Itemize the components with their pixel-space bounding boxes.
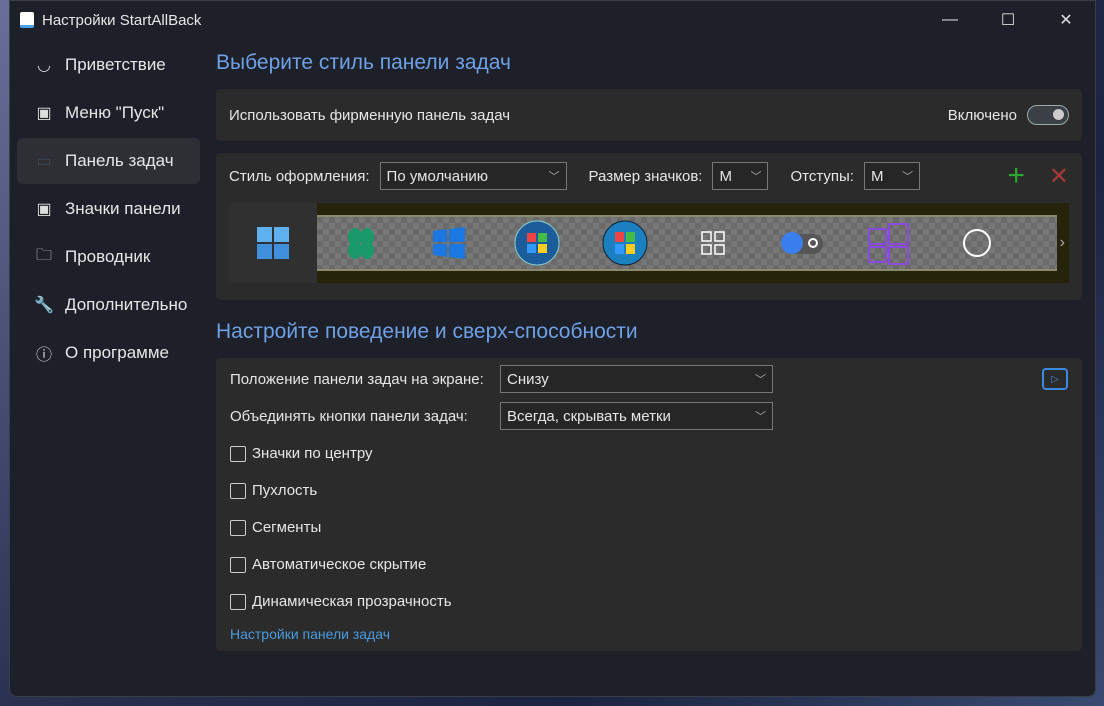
chevron-down-icon: ﹀ [548,171,560,183]
checkbox-label: Значки по центру [252,445,373,462]
behavior-card: Положение панели задач на экране: Снизу ﹀… [216,358,1082,651]
vista-orb-icon[interactable] [581,203,669,283]
section-title-style: Выберите стиль панели задач [216,51,511,74]
use-branded-label: Использовать фирменную панель задач [229,106,511,124]
maximize-button[interactable]: ☐ [979,1,1037,39]
settings-window: Настройки StartAllBack — ☐ ✕ ◡ Приветстви… [9,0,1096,697]
checkbox-chubby[interactable]: Пухлость [230,472,1068,509]
clover-icon[interactable] [317,203,405,283]
sidebar-item-advanced[interactable]: 🔧 Дополнительно [17,282,200,328]
checkbox-label: Сегменты [252,519,322,536]
icon-size-value: M [719,167,732,185]
scroll-right-icon[interactable]: › [1060,234,1065,252]
purple-windows-icon[interactable] [845,203,933,283]
sidebar-item-label: Проводник [65,247,151,266]
sidebar-item-label: Меню "Пуск" [65,103,165,122]
padding-value: M [870,167,884,185]
sidebar: ◡ Приветствие ▣ Меню "Пуск" ▭ Панель задач … [17,42,200,378]
combine-select[interactable]: Всегда, скрывать метки ﹀ [500,402,773,430]
taskbar-settings-link[interactable]: Настройки панели задач [230,626,390,642]
sidebar-item-start-menu[interactable]: ▣ Меню "Пуск" [17,90,200,136]
win11-logo-icon[interactable] [229,203,317,283]
branded-taskbar-toggle[interactable] [1027,105,1069,125]
checkbox[interactable] [230,519,246,536]
chevron-down-icon: ﹀ [755,374,766,386]
toggle-state-label: Включено [947,106,1017,124]
icon-size-select[interactable]: M ﹀ [712,162,769,190]
checkbox-label: Динамическая прозрачность [252,593,452,610]
padding-select[interactable]: M ﹀ [863,162,920,190]
video-play-icon[interactable]: ▷ [1042,368,1068,390]
style-select[interactable]: По умолчанию ﹀ [379,162,567,190]
sidebar-item-label: О программе [65,343,170,362]
sidebar-item-explorer[interactable]: 🗀 Проводник [17,234,200,280]
smile-icon: ◡ [37,57,51,74]
toggle-style-icon[interactable] [757,203,845,283]
checkbox-label: Автоматическое скрытие [252,556,427,573]
close-button[interactable]: ✕ [1037,1,1095,39]
position-select[interactable]: Снизу ﹀ [500,365,773,393]
sidebar-item-label: Приветствие [65,55,166,74]
icon-size-label: Размер значков: [588,167,703,185]
checkbox-autohide[interactable]: Автоматическое скрытие [230,546,1068,583]
grid-outline-icon[interactable] [669,203,757,283]
tray-icon: ▣ [36,201,52,218]
win7-orb-icon[interactable] [493,203,581,283]
circle-icon[interactable] [933,203,1021,283]
section-title-behavior: Настройте поведение и сверх-способности [216,320,638,343]
minimize-button[interactable]: — [921,1,979,39]
info-icon: ⓘ [35,347,52,364]
add-icon[interactable]: + [1007,159,1025,193]
branded-taskbar-card: Использовать фирменную панель задач Вклю… [216,89,1082,141]
app-icon [20,12,34,28]
combine-label: Объединять кнопки панели задач: [230,407,468,425]
checkbox-center-icons[interactable]: Значки по центру [230,435,1068,472]
start-button-gallery[interactable]: › [229,203,1069,283]
checkbox[interactable] [230,482,246,499]
folder-icon: 🗀 [35,246,52,264]
chevron-down-icon: ﹀ [750,171,762,183]
wrench-icon: 🔧 [34,297,54,314]
style-card: Стиль оформления: По умолчанию ﹀ Размер з… [216,153,1082,300]
sidebar-item-label: Дополнительно [65,295,188,314]
checkbox[interactable] [230,445,246,462]
combine-value: Всегда, скрывать метки [507,407,671,425]
style-value: По умолчанию [386,167,488,185]
style-label: Стиль оформления: [229,167,370,185]
title-bar: Настройки StartAllBack — ☐ ✕ [10,1,1095,39]
checkbox-segments[interactable]: Сегменты [230,509,1068,546]
win10-logo-icon[interactable] [405,203,493,283]
checkbox[interactable] [230,556,246,573]
taskbar-icon: ▭ [36,153,52,170]
padding-label: Отступы: [790,167,854,185]
checkbox[interactable] [230,593,246,610]
chevron-down-icon: ﹀ [901,171,913,183]
sidebar-item-tray[interactable]: ▣ Значки панели [17,186,200,232]
sidebar-item-label: Панель задач [65,151,174,170]
position-label: Положение панели задач на экране: [230,370,484,388]
sidebar-item-about[interactable]: ⓘ О программе [17,330,200,376]
start-menu-icon: ▣ [36,105,52,122]
window-title: Настройки StartAllBack [42,11,202,29]
sidebar-item-welcome[interactable]: ◡ Приветствие [17,42,200,88]
checkbox-label: Пухлость [252,482,318,499]
remove-icon[interactable]: ✕ [1049,162,1069,191]
position-value: Снизу [507,370,549,388]
chevron-down-icon: ﹀ [755,411,766,423]
main-panel: Выберите стиль панели задач Использовать… [216,41,1082,651]
sidebar-item-label: Значки панели [65,199,181,218]
sidebar-item-taskbar[interactable]: ▭ Панель задач [17,138,200,184]
checkbox-dynamic-transparency[interactable]: Динамическая прозрачность [230,583,1068,620]
